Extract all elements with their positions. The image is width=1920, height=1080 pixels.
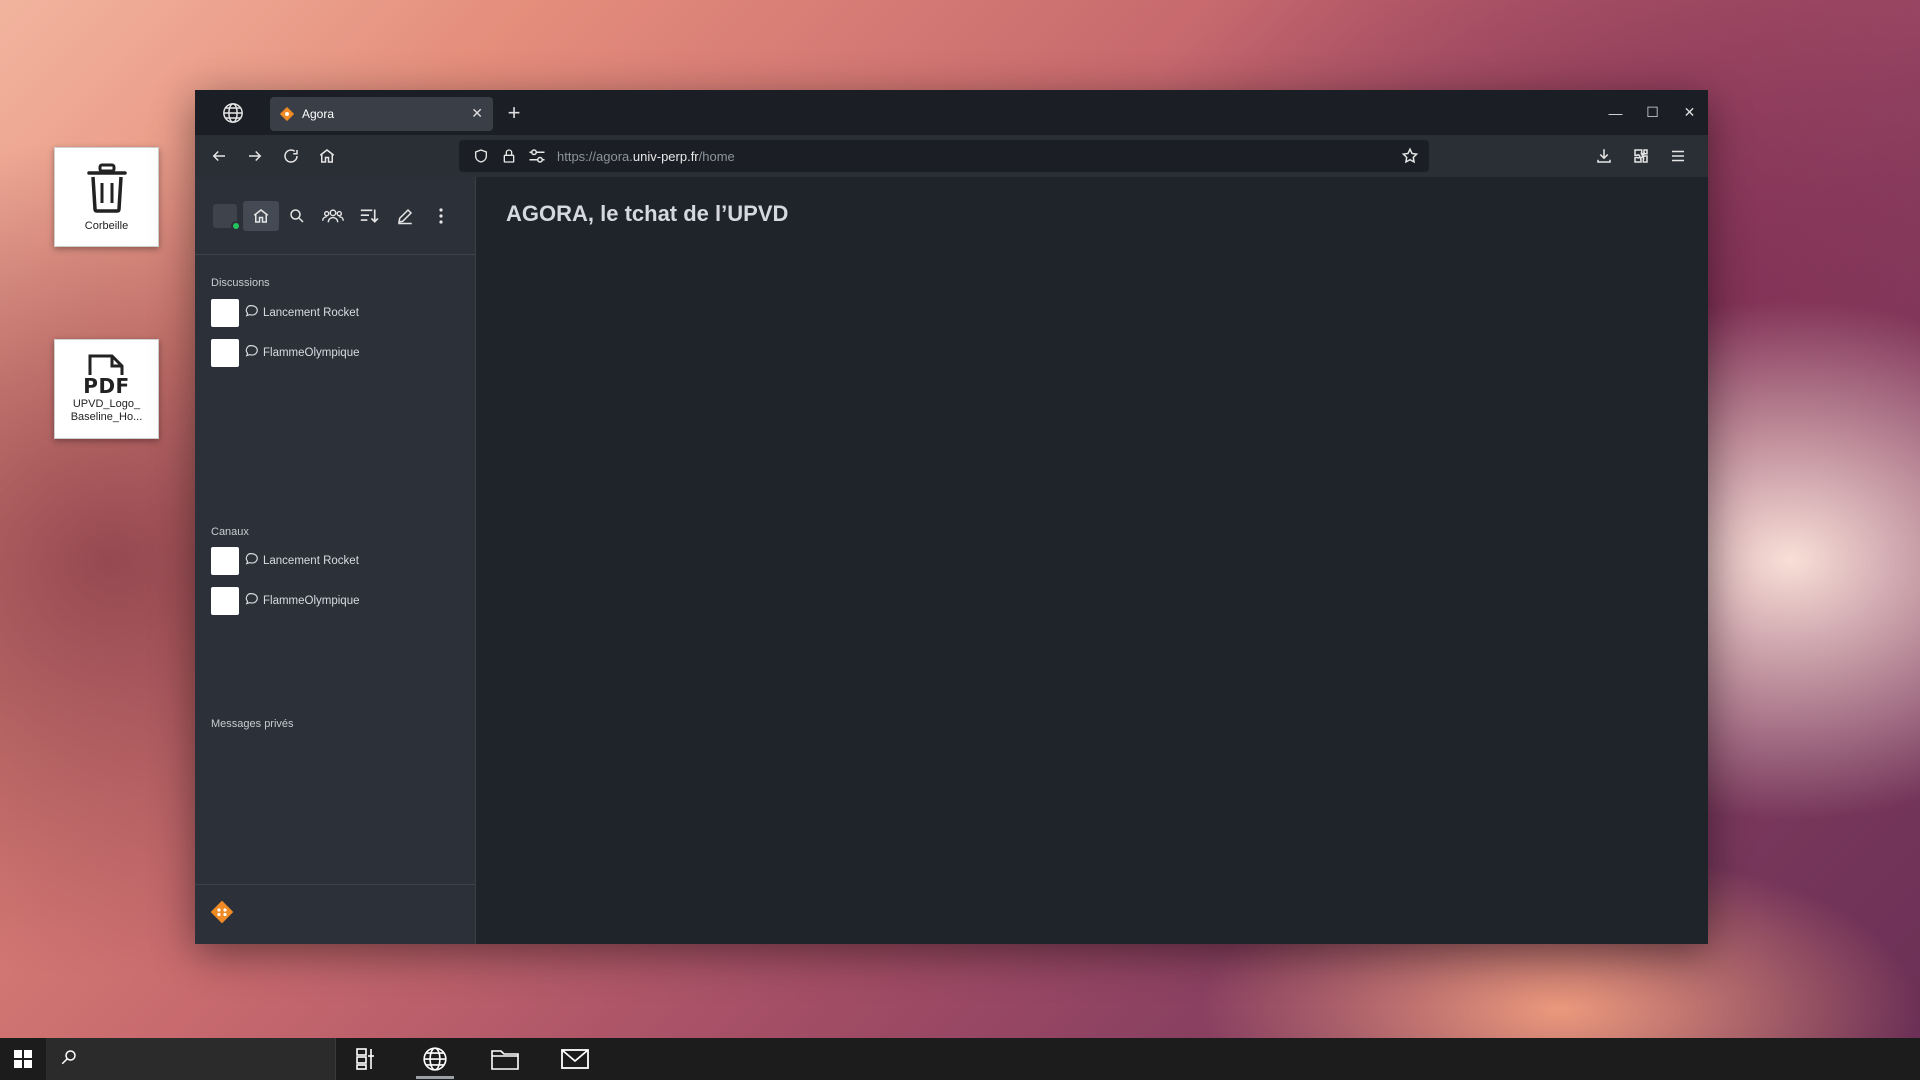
start-windows-icon[interactable] [0, 1038, 46, 1080]
room-item[interactable]: FlammeOlympique [211, 587, 360, 615]
permissions-icon[interactable] [523, 142, 551, 170]
room-name: Lancement Rocket [263, 307, 359, 319]
pdf-badge: PDF [83, 374, 130, 398]
taskbar-search-input[interactable] [46, 1038, 336, 1080]
mail-icon[interactable] [546, 1038, 604, 1080]
tab-close-icon[interactable]: ✕ [471, 105, 483, 122]
forward-icon[interactable] [237, 138, 273, 174]
url-text: https://agora.univ-perp.fr/home [557, 148, 735, 164]
taskbar [0, 1038, 1920, 1080]
agora-logo-icon[interactable] [209, 899, 235, 930]
extensions-icon[interactable] [1622, 138, 1659, 174]
close-window-icon[interactable]: ✕ [1671, 90, 1708, 135]
room-name: FlammeOlympique [263, 347, 360, 359]
desktop-icon-label: Corbeille [84, 220, 129, 232]
chat-bubble-icon [245, 304, 259, 323]
browser-window: Agora ✕ + — ☐ ✕ https://agora.univ-perp.… [195, 90, 1708, 944]
search-icon [60, 1048, 78, 1071]
page-title: AGORA, le tchat de l’UPVD [506, 201, 789, 226]
shield-icon[interactable] [467, 142, 495, 170]
title-bar: Agora ✕ + — ☐ ✕ [195, 90, 1708, 135]
room-item[interactable]: Lancement Rocket [211, 299, 359, 327]
section-title-canaux: Canaux [211, 526, 249, 538]
browser-taskbar-icon[interactable] [406, 1038, 464, 1080]
chat-bubble-icon [245, 592, 259, 611]
room-item[interactable]: FlammeOlympique [211, 339, 360, 367]
back-icon[interactable] [201, 138, 237, 174]
file-explorer-icon[interactable] [476, 1038, 534, 1080]
directory-button[interactable] [315, 201, 351, 231]
bookmark-star-icon[interactable] [1397, 143, 1423, 169]
desktop-icon-pdf[interactable]: PDF UPVD_Logo_ Baseline_Ho... [54, 339, 159, 439]
room-avatar [211, 299, 239, 327]
search-button[interactable] [279, 201, 315, 231]
lock-icon[interactable] [495, 142, 523, 170]
sidebar-toolbar [195, 177, 475, 255]
create-new-button[interactable] [387, 201, 423, 231]
trash-icon [85, 162, 129, 214]
minimize-icon[interactable]: — [1597, 90, 1634, 135]
chat-bubble-icon [245, 344, 259, 363]
new-tab-button[interactable]: + [493, 90, 535, 135]
agora-favicon-icon [279, 106, 295, 121]
globe-icon[interactable] [195, 90, 270, 135]
sidebar-footer [195, 884, 475, 944]
tab-agora[interactable]: Agora ✕ [270, 96, 493, 131]
online-status-icon [231, 220, 241, 231]
user-avatar[interactable] [213, 203, 241, 231]
sidebar: Discussions Lancement Rocket FlammeOlymp… [195, 177, 476, 944]
task-view-icon[interactable] [336, 1038, 394, 1080]
download-icon[interactable] [1585, 138, 1622, 174]
room-avatar [211, 339, 239, 367]
navigation-bar: https://agora.univ-perp.fr/home [195, 135, 1708, 177]
menu-icon[interactable] [1659, 138, 1696, 174]
home-button[interactable] [243, 200, 279, 231]
room-avatar [211, 547, 239, 575]
section-title-private-messages: Messages privés [211, 718, 294, 730]
desktop-icon-label: UPVD_Logo_ Baseline_Ho... [70, 398, 143, 423]
tab-title: Agora [302, 106, 335, 121]
room-name: FlammeOlympique [263, 595, 360, 607]
pdf-file-icon: PDF [83, 352, 129, 396]
home-icon[interactable] [309, 138, 345, 174]
room-name: Lancement Rocket [263, 555, 359, 567]
room-avatar [211, 587, 239, 615]
main-content: AGORA, le tchat de l’UPVD [477, 177, 1708, 944]
chat-bubble-icon [245, 552, 259, 571]
more-options-icon[interactable] [423, 201, 459, 231]
maximize-icon[interactable]: ☐ [1634, 90, 1671, 135]
address-bar[interactable]: https://agora.univ-perp.fr/home [459, 140, 1429, 172]
reload-icon[interactable] [273, 138, 309, 174]
room-item[interactable]: Lancement Rocket [211, 547, 359, 575]
section-title-discussions: Discussions [211, 277, 270, 289]
desktop-icon-trash[interactable]: Corbeille [54, 147, 159, 247]
sort-button[interactable] [351, 201, 387, 231]
